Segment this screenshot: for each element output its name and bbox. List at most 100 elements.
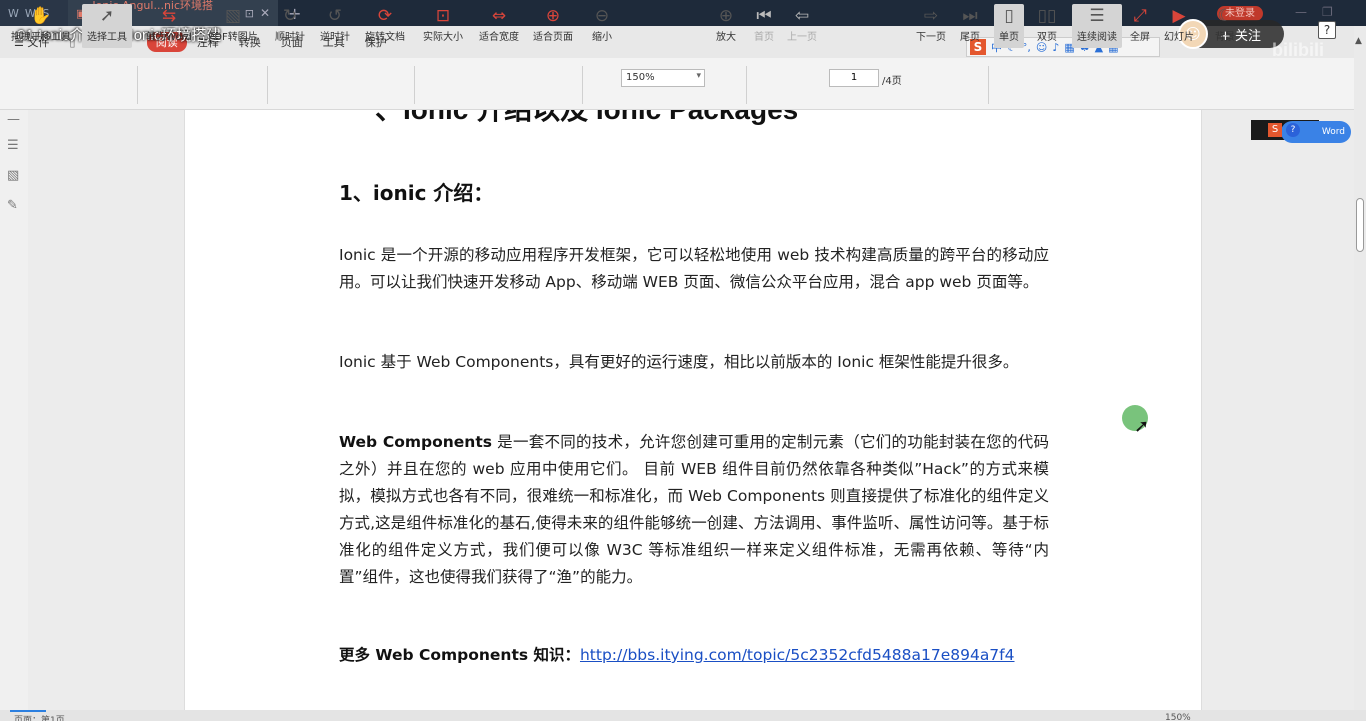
prev-page-label: 上一页 [787, 32, 817, 43]
help-icon[interactable]: ? [1286, 123, 1300, 137]
page-total: /4页 [882, 76, 902, 87]
more-info-line: 更多 Web Components 知识：http://bbs.itying.c… [339, 642, 1049, 669]
fit-page-button[interactable]: ⊕ 适合页面 [530, 4, 576, 48]
arrow-left-icon: ⇦ [794, 6, 810, 26]
convert-to-word-label: 转为Word [146, 32, 192, 43]
zoom-status: 150% [1165, 713, 1191, 721]
rotate-counterclockwise-button[interactable]: ↺ 逆时针 [316, 4, 354, 48]
slideshow-button[interactable]: ▶ 幻灯片 [1162, 4, 1196, 48]
zoom-value: 150% [626, 72, 655, 83]
single-page-button[interactable]: ▯ 单页 [994, 4, 1024, 48]
next-page-label: 下一页 [916, 32, 946, 43]
pdf-page: 、Ionic 介绍以及 Ionic Packages 1、ionic 介绍： I… [184, 110, 1202, 710]
video-progress[interactable] [10, 710, 46, 712]
vertical-scrollbar[interactable]: ▲ [1354, 26, 1366, 710]
scrollbar-thumb[interactable] [1356, 198, 1364, 252]
continuous-icon: ☰ [1089, 6, 1105, 26]
hand-tool-label: 拖拽平移工具 [11, 32, 71, 43]
single-page-label: 单页 [999, 32, 1019, 43]
toolbar-divider [988, 66, 989, 104]
collapse-icon[interactable]: — [7, 112, 20, 127]
actual-size-button[interactable]: ⊡ 实际大小 [420, 4, 466, 48]
arrow-right-icon: ⇨ [923, 6, 939, 26]
annotation-icon[interactable]: ✎ [7, 198, 18, 213]
first-page-label: 首页 [754, 32, 774, 43]
fit-width-button[interactable]: ⇔ 适合宽度 [476, 4, 522, 48]
background-label: 背景 [1215, 32, 1235, 43]
rotate-document-button[interactable]: ⟳ 旋转文档 [362, 4, 408, 48]
fit-width-icon: ⇔ [491, 6, 507, 26]
page-status: 页面：第1页 [14, 716, 65, 721]
outline-icon[interactable]: ☰ [7, 138, 19, 153]
hand-icon: ✋ [30, 6, 52, 26]
fullscreen-button[interactable]: ⤢ 全屏 [1126, 4, 1154, 48]
pdf-to-image-button[interactable]: ▧ PDF转图片 [204, 4, 262, 48]
paragraph-2: Ionic 基于 Web Components，具有更好的运行速度，相比以前版本… [339, 353, 1019, 371]
hand-tool-button[interactable]: ✋ 拖拽平移工具 [8, 4, 74, 48]
toolbar-divider [267, 66, 268, 104]
select-tool-label: 选择工具 [87, 32, 127, 43]
fullscreen-icon: ⤢ [1133, 6, 1147, 26]
zoom-out-label: 缩小 [592, 32, 612, 43]
rotate-clockwise-label: 顺时针 [275, 32, 305, 43]
convert-to-word-button[interactable]: ⇆ 转为Word [142, 4, 196, 48]
zoom-out-icon: ⊖ [594, 6, 610, 26]
pdf-to-word-icon: ⇆ [161, 6, 177, 26]
slideshow-icon: ▶ [1172, 6, 1186, 26]
prev-page-button[interactable]: ⇦ 上一页 [786, 4, 818, 48]
maximize-icon[interactable]: ❐ [1322, 5, 1333, 19]
first-page-button[interactable]: ⏮ 首页 [750, 4, 778, 48]
zoom-in-icon: ⊕ [718, 6, 734, 26]
rotate-cw-icon: ↻ [282, 6, 298, 26]
rotate-counterclockwise-label: 逆时针 [320, 32, 350, 43]
help-icon[interactable]: ? [1318, 21, 1336, 39]
fit-page-icon: ⊕ [545, 6, 561, 26]
moon-icon: ☾ [1217, 6, 1233, 26]
chapter-heading: 、Ionic 介绍以及 Ionic Packages [375, 110, 798, 128]
mouse-cursor-icon: ➚ [1134, 416, 1150, 437]
actual-size-icon: ⊡ [435, 6, 451, 26]
double-page-label: 双页 [1037, 32, 1057, 43]
single-page-icon: ▯ [1004, 6, 1014, 26]
continuous-read-button[interactable]: ☰ 连续阅读 [1072, 4, 1122, 48]
pdf-to-image-label: PDF转图片 [208, 32, 258, 43]
chevron-down-icon: ▾ [696, 71, 701, 81]
last-page-label: 尾页 [960, 32, 980, 43]
toolbar-divider [582, 66, 583, 104]
minimize-icon[interactable]: — [1295, 5, 1307, 19]
select-tool-button[interactable]: ➚ 选择工具 [82, 4, 132, 48]
toolbar-divider [137, 66, 138, 104]
section-title: 1、ionic 介绍： [339, 181, 494, 205]
scroll-up-icon[interactable]: ▲ [1355, 36, 1362, 46]
double-page-button[interactable]: ▯▯ 双页 [1030, 4, 1064, 48]
zoom-in-label: 放大 [716, 32, 736, 43]
sogou-logo-icon: S [1268, 123, 1282, 137]
more-info-link[interactable]: http://bbs.itying.com/topic/5c2352cfd548… [580, 646, 1015, 664]
page-number-input[interactable]: 1 [829, 69, 879, 87]
fit-width-label: 适合宽度 [479, 32, 519, 43]
rotate-document-label: 旋转文档 [365, 32, 405, 43]
left-sidebar: — ☰ ▧ ✎ [0, 110, 28, 710]
next-page-button[interactable]: ⇨ 下一页 [914, 4, 948, 48]
last-page-icon: ⏭ [962, 6, 978, 26]
floating-translate-widget[interactable]: Word S ? [1251, 120, 1351, 143]
more-info-label: 更多 Web Components 知识： [339, 646, 580, 664]
paragraph-1: Ionic 是一个开源的移动应用程序开发框架，它可以轻松地使用 web 技术构建… [339, 246, 1049, 291]
zoom-select[interactable]: 150% ▾ [621, 69, 705, 87]
continuous-read-label: 连续阅读 [1077, 32, 1117, 43]
toolbar-divider [414, 66, 415, 104]
zoom-in-button[interactable]: ⊕ 放大 [712, 4, 740, 48]
rotate-ccw-icon: ↺ [327, 6, 343, 26]
cursor-arrow-icon: ➚ [99, 6, 115, 26]
double-page-icon: ▯▯ [1037, 6, 1057, 26]
background-button[interactable]: ☾ 背景 [1208, 4, 1242, 48]
fit-page-label: 适合页面 [533, 32, 573, 43]
slideshow-label: 幻灯片 [1164, 32, 1194, 43]
paragraph-3-bold: Web Components [339, 433, 492, 451]
last-page-button[interactable]: ⏭ 尾页 [956, 4, 984, 48]
rotate-clockwise-button[interactable]: ↻ 顺时针 [272, 4, 308, 48]
thumbnail-icon[interactable]: ▧ [7, 168, 19, 183]
paragraph-3-text: 是一套不同的技术，允许您创建可重用的定制元素（它们的功能封装在您的代码之外）并且… [339, 433, 1049, 586]
zoom-out-button[interactable]: ⊖ 缩小 [588, 4, 616, 48]
paragraph-3: Web Components 是一套不同的技术，允许您创建可重用的定制元素（它们… [339, 429, 1049, 591]
